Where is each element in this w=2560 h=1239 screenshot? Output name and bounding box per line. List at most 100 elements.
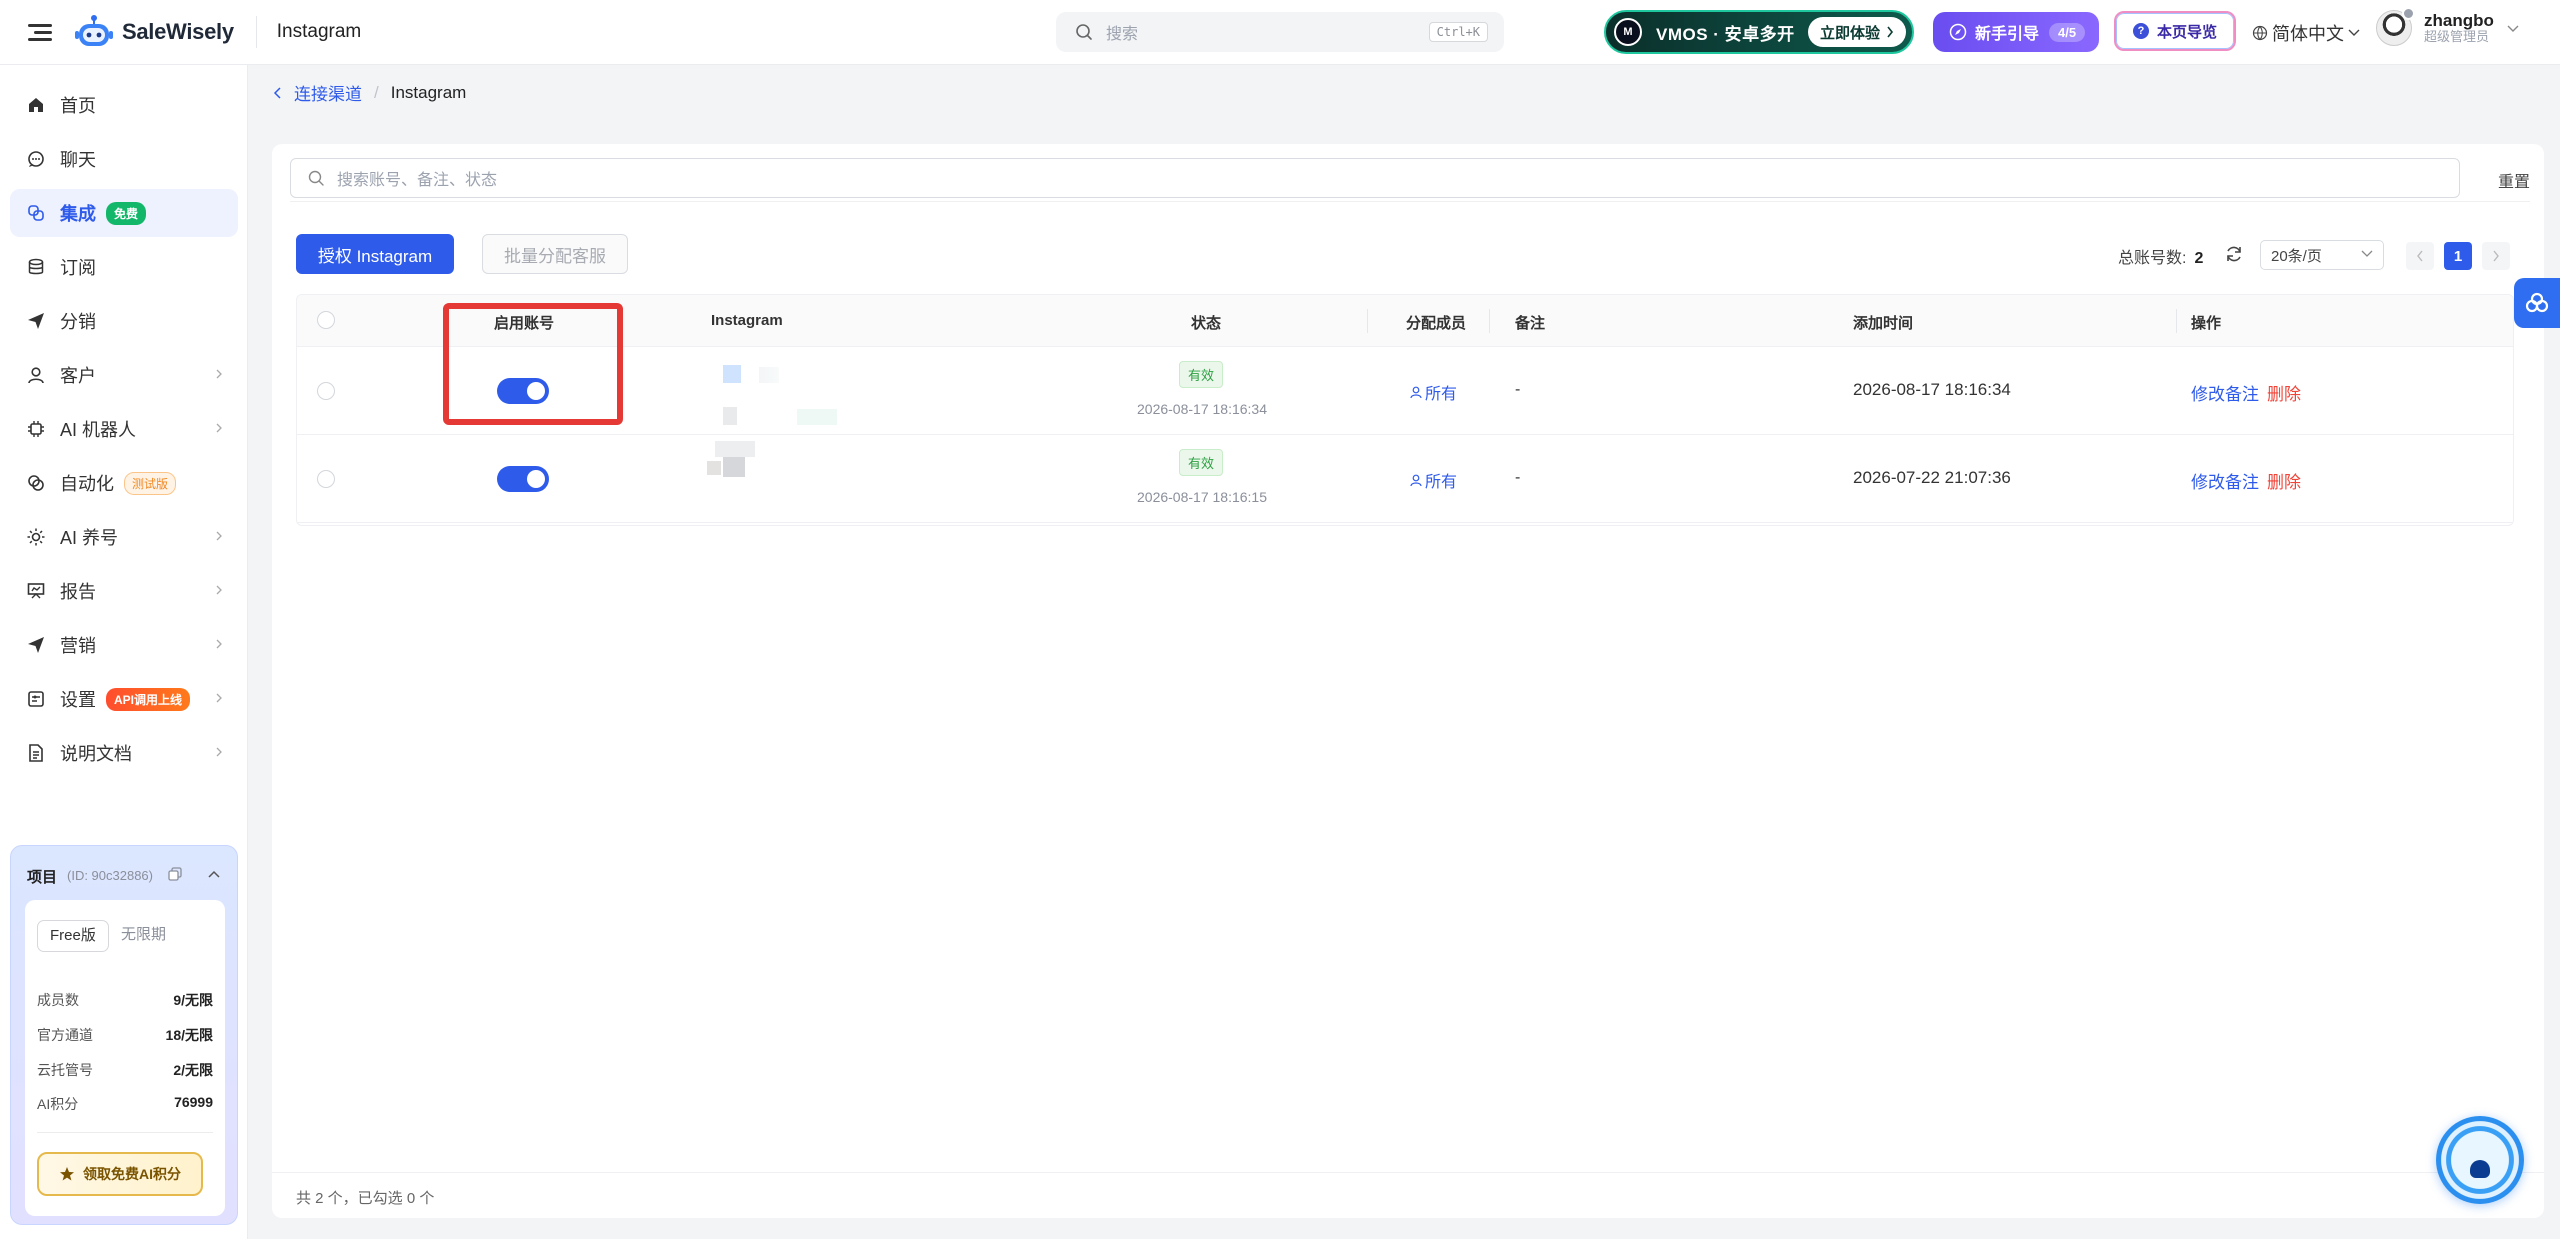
prev-page-button[interactable]	[2406, 242, 2434, 270]
chevron-right-icon	[2493, 250, 2499, 262]
project-card: 项目 (ID: 90c32886) Free版 无限期 成员数 9/无限 官方通…	[10, 845, 238, 1225]
sidebar-item-ai-nurture[interactable]: AI 养号	[10, 513, 238, 561]
account-enabled-toggle[interactable]	[497, 378, 549, 404]
sun-icon	[27, 528, 45, 546]
status-badge: 有效	[1179, 449, 1224, 476]
stat-label: 成员数	[37, 992, 79, 1008]
search-icon	[1076, 24, 1092, 40]
sidebar-item-automation[interactable]: 自动化 测试版	[10, 459, 238, 507]
sidebar-item-subscription[interactable]: 订阅	[10, 243, 238, 291]
account-search-input[interactable]: 搜索账号、备注、状态	[290, 158, 2460, 198]
row-checkbox[interactable]	[317, 382, 335, 400]
sidebar-item-distribution[interactable]: 分销	[10, 297, 238, 345]
sidebar-item-ai-bot[interactable]: AI 机器人	[10, 405, 238, 453]
language-selector[interactable]: 简体中文	[2252, 20, 2360, 46]
chevron-right-icon	[216, 423, 222, 433]
global-search[interactable]: 搜索 Ctrl+K	[1056, 12, 1504, 52]
sidebar-item-settings[interactable]: 设置 API调用上线	[10, 675, 238, 723]
chevron-up-icon[interactable]	[207, 868, 221, 882]
next-page-button[interactable]	[2482, 242, 2510, 270]
floating-link-button[interactable]	[2514, 278, 2560, 328]
account-enabled-toggle[interactable]	[497, 466, 549, 492]
menu-toggle-icon[interactable]	[28, 20, 52, 44]
edit-remark-link[interactable]: 修改备注	[2191, 380, 2259, 405]
remark-value: -	[1515, 469, 1521, 486]
column-separator	[2176, 309, 2177, 333]
table-footer: 共 2 个，已勾选 0 个	[272, 1172, 2544, 1218]
page-number-button[interactable]: 1	[2444, 242, 2472, 270]
search-icon	[308, 170, 324, 186]
row-checkbox[interactable]	[317, 470, 335, 488]
send-icon	[28, 637, 44, 653]
account-avatar-blurred	[723, 457, 745, 477]
chevron-left-icon[interactable]	[272, 86, 284, 99]
brand-name: SaleWisely	[122, 19, 234, 44]
search-input[interactable]: 搜索	[1106, 20, 1429, 44]
sidebar-item-marketing[interactable]: 营销	[10, 621, 238, 669]
sidebar-item-label: 聊天	[60, 150, 96, 170]
user-menu[interactable]: zhangbo 超级管理员	[2376, 7, 2520, 46]
bulk-assign-button[interactable]: 批量分配客服	[482, 234, 628, 274]
header-divider	[255, 16, 257, 48]
account-search-placeholder: 搜索账号、备注、状态	[337, 172, 498, 189]
sidebar-item-integration[interactable]: 集成 免费	[10, 189, 238, 237]
claim-ai-credits-button[interactable]: 领取免费AI积分	[37, 1152, 203, 1196]
plan-term: 无限期	[121, 926, 167, 943]
search-shortcut: Ctrl+K	[1428, 22, 1488, 42]
total-label: 总账号数:	[2118, 250, 2187, 267]
sidebar-item-label: 设置	[60, 690, 96, 710]
remark-value: -	[1515, 381, 1521, 398]
customer-support-icon[interactable]	[2436, 1116, 2524, 1204]
vmos-logo-icon: M	[1614, 18, 1642, 46]
chevron-right-icon	[216, 639, 222, 649]
avatar	[2376, 7, 2415, 46]
column-header-added: 添加时间	[1853, 315, 1914, 332]
sidebar-item-home[interactable]: 首页	[10, 81, 238, 129]
stat-row: 云托管号 2/无限	[37, 1060, 213, 1080]
authorize-instagram-button[interactable]: 授权 Instagram	[296, 234, 454, 274]
sidebar-item-label: 首页	[60, 96, 96, 116]
chevron-right-icon	[1887, 26, 1894, 38]
filter-row: 搜索账号、备注、状态 重置	[290, 158, 2530, 202]
account-avatar-blurred	[715, 441, 755, 457]
brand-logo[interactable]: SaleWisely	[74, 12, 234, 52]
sidebar-item-chat[interactable]: 聊天	[10, 135, 238, 183]
vmos-try-button[interactable]: 立即体验	[1807, 17, 1906, 47]
chevron-right-icon	[216, 531, 222, 541]
column-header-enabled: 启用账号	[494, 315, 555, 332]
sidebar-item-reports[interactable]: 报告	[10, 567, 238, 615]
sidebar-item-label: 集成	[60, 204, 96, 224]
stat-value: 2/无限	[173, 1062, 213, 1078]
user-icon	[1410, 474, 1422, 487]
column-separator	[1489, 309, 1490, 333]
sidebar-item-label: 客户	[60, 366, 96, 386]
stat-value: 76999	[174, 1094, 213, 1110]
edit-remark-link[interactable]: 修改备注	[2191, 468, 2259, 493]
sidebar-item-label: 营销	[60, 636, 96, 656]
refresh-icon[interactable]	[2224, 244, 2244, 264]
added-time: 2026-08-17 18:16:34	[1853, 380, 2011, 399]
assigned-member-link[interactable]: 所有	[1409, 468, 1457, 492]
breadcrumb-parent-link[interactable]: 连接渠道	[294, 80, 362, 105]
copy-icon[interactable]	[167, 866, 183, 882]
page-size-select[interactable]: 20条/页	[2260, 240, 2384, 270]
accounts-table: 启用账号 Instagram 状态 分配成员 备注 添加时间 操作 有效 202…	[296, 294, 2514, 526]
reset-button[interactable]: 重置	[2498, 168, 2530, 192]
account-avatar-blurred	[723, 365, 741, 383]
stat-value: 9/无限	[173, 992, 213, 1008]
select-all-checkbox[interactable]	[317, 311, 335, 329]
status-time: 2026-08-17 18:16:15	[1137, 489, 1267, 505]
account-name-blurred	[759, 367, 779, 383]
assigned-member-link[interactable]: 所有	[1409, 380, 1457, 404]
account-handle-blurred	[723, 407, 737, 425]
sidebar-item-docs[interactable]: 说明文档	[10, 729, 238, 777]
robot-logo-icon	[75, 15, 113, 46]
vmos-banner[interactable]: M VMOS · 安卓多开 立即体验	[1604, 10, 1914, 54]
page-tour-button[interactable]: ? 本页导览	[2114, 11, 2236, 51]
chip-icon	[28, 421, 44, 437]
delete-link[interactable]: 删除	[2267, 468, 2301, 493]
chevron-left-icon	[2417, 250, 2423, 262]
sidebar-item-customers[interactable]: 客户	[10, 351, 238, 399]
onboarding-guide-button[interactable]: 新手引导 4/5	[1933, 12, 2099, 52]
delete-link[interactable]: 删除	[2267, 380, 2301, 405]
